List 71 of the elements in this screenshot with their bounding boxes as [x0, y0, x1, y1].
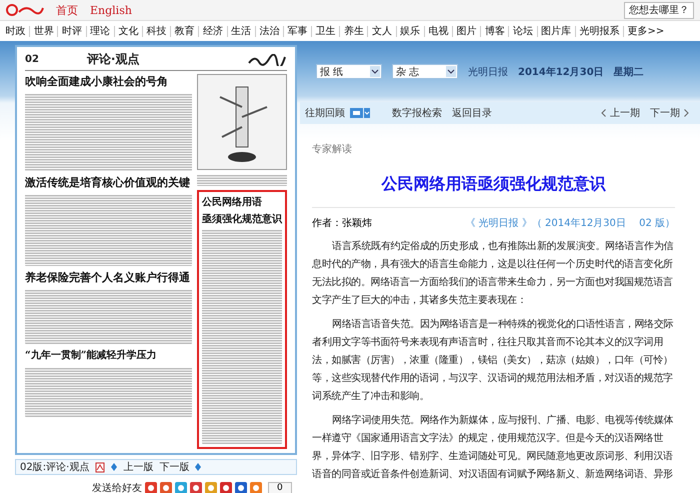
nav-link[interactable]: 更多>>: [622, 26, 668, 36]
nav-link[interactable]: 娱乐: [396, 26, 424, 36]
selected-article-frame[interactable]: 公民网络用语 亟须强化规范意识: [197, 190, 287, 449]
nav-link[interactable]: 电视: [424, 26, 452, 36]
issue-weekday: 星期二: [614, 66, 644, 78]
paper-name: 光明日报: [468, 66, 508, 78]
top-link[interactable]: English: [90, 4, 132, 16]
nav-link[interactable]: 卫生: [311, 26, 340, 36]
toolbar-link[interactable]: 往期回顾: [305, 106, 345, 120]
nav-link[interactable]: 图片库: [536, 26, 575, 36]
next-page-link[interactable]: 下一版: [159, 460, 190, 474]
chevron-left-icon: [601, 109, 606, 117]
source-line: 《 光明日报 》（ 2014年12月30日 02 版）: [465, 218, 675, 230]
nav-link[interactable]: 教育: [170, 26, 198, 36]
nav-link[interactable]: 世界: [29, 26, 58, 36]
author-line: 作者：张颖炜: [312, 218, 372, 230]
nav-link[interactable]: 军事: [282, 26, 312, 36]
article-paragraph: 网络语言语音失范。因为网络语言是一种特殊的视觉化的口语性语言，网络交际者利用文字等书面符号来表现有声语言时，往往只取其音而不论其本义的汉字词用法，如腻害（厉害），浓重（隆重），镁铝（美女），菇凉（姑娘），口年（可怜）等，这些实现替代作用的语词，与汉字、汉语词的规范用法相矛盾，对汉语的规范字词系统产生了冲击和影响。: [312, 318, 674, 404]
chevron-right-icon: [684, 109, 689, 117]
share-site-icon[interactable]: [145, 482, 157, 493]
headline: 吹响全面建成小康社会的号角: [25, 74, 168, 89]
nav-link[interactable]: 生活: [226, 26, 255, 36]
nav-link[interactable]: 图片: [452, 26, 480, 36]
page-number: 02: [25, 54, 39, 65]
article-paragraph: 网络字词使用失范。网络作为新媒体，应与报刊、广播、电影、电视等传统媒体一样遵守《国家通用语言文字法》的规定，使用规范汉字。但是今天的汉语网络世界，异体字、旧字形、错别字、生造词随处可见。网民随意地更改原词形、利用汉语语音的同音或近音条件创造新词、对汉语固有词赋予网络新义、新造网络词语、异形: [312, 414, 674, 482]
nav-link[interactable]: 时政: [2, 26, 30, 36]
share-site-icon[interactable]: [220, 482, 232, 493]
article-headline: 亟须强化规范意识: [202, 212, 282, 226]
diamond-icon: [111, 463, 118, 471]
nav-link[interactable]: 光明报系: [574, 26, 623, 36]
column-label: 专家解读: [312, 144, 352, 156]
destination-button[interactable]: 您想去哪里？: [624, 2, 694, 18]
share-site-icon[interactable]: [160, 482, 172, 493]
share-label: 发送给好友: [92, 482, 142, 493]
issue-date: 2014年12月30日: [518, 66, 604, 78]
share-site-icon[interactable]: [190, 482, 202, 493]
share-site-icon[interactable]: [235, 482, 247, 493]
nav-link[interactable]: 经济: [198, 26, 226, 36]
article-paragraph: 语言系统既有约定俗成的历史形成，也有推陈出新的发展演变。网络语言作为信息时代的产物，具有强大的语言生命能力，这是以往任何一个历史时代的语言变化所无法比拟的。网络语言一方面给我们的语言带来生命力，另一方面也对我国规范语言文字产生了巨大的冲击，其诸多失范主要表现在：: [312, 240, 674, 308]
share-count: 0: [268, 482, 292, 493]
share-site-icon[interactable]: [175, 482, 187, 493]
previous-page-link[interactable]: 上一版: [123, 460, 154, 474]
article-title: 公民网络用语亟须强化规范意识: [312, 174, 675, 208]
nav-link[interactable]: 文人: [367, 26, 396, 36]
previous-issue-link[interactable]: 上一期: [610, 106, 640, 120]
top-link[interactable]: 首页: [56, 2, 78, 18]
nav-link[interactable]: 法治: [254, 26, 283, 36]
headline: 养老保险完善个人名义账户行得通: [25, 270, 190, 285]
headline: “九年一贯制”能减轻升学压力: [25, 348, 157, 363]
section-title: 评论·观点: [86, 51, 140, 68]
article-headline: 公民网络用语: [202, 196, 263, 209]
page-label: 02版:评论·观点: [20, 460, 90, 474]
nav-link[interactable]: 论坛: [508, 26, 537, 36]
newspaper-page[interactable]: 02 评论·观点 吹响全面建成小康社会的号角 激活传统是培育核心价值观的关键 养老保险完善个人名义账户行得通 “九年一贯制”能减轻升学压力 公民网络用语 亟须强化规范意识: [15, 45, 297, 455]
nav-link[interactable]: 时评: [57, 26, 86, 36]
nav-link[interactable]: 文化: [114, 26, 142, 36]
next-issue-link[interactable]: 下一期: [650, 106, 680, 120]
headline: 激活传统是培育核心价值观的关键: [25, 175, 190, 190]
nav-link[interactable]: 科技: [142, 26, 170, 36]
pdf-icon[interactable]: [95, 462, 106, 472]
nav-link[interactable]: 博客: [480, 26, 508, 36]
toolbar-link[interactable]: 返回目录: [452, 106, 492, 120]
nav-link[interactable]: 理论: [86, 26, 114, 36]
share-site-icon[interactable]: [250, 482, 262, 493]
publication-select[interactable]: 杂 志: [392, 64, 458, 79]
logo-icon[interactable]: [6, 4, 44, 16]
calendar-icon[interactable]: [350, 108, 370, 118]
publication-select[interactable]: 报 纸: [316, 64, 382, 79]
toolbar-link[interactable]: 数字报检索: [392, 106, 442, 120]
nav-link[interactable]: 养生: [339, 26, 368, 36]
diamond-icon: [195, 463, 202, 471]
